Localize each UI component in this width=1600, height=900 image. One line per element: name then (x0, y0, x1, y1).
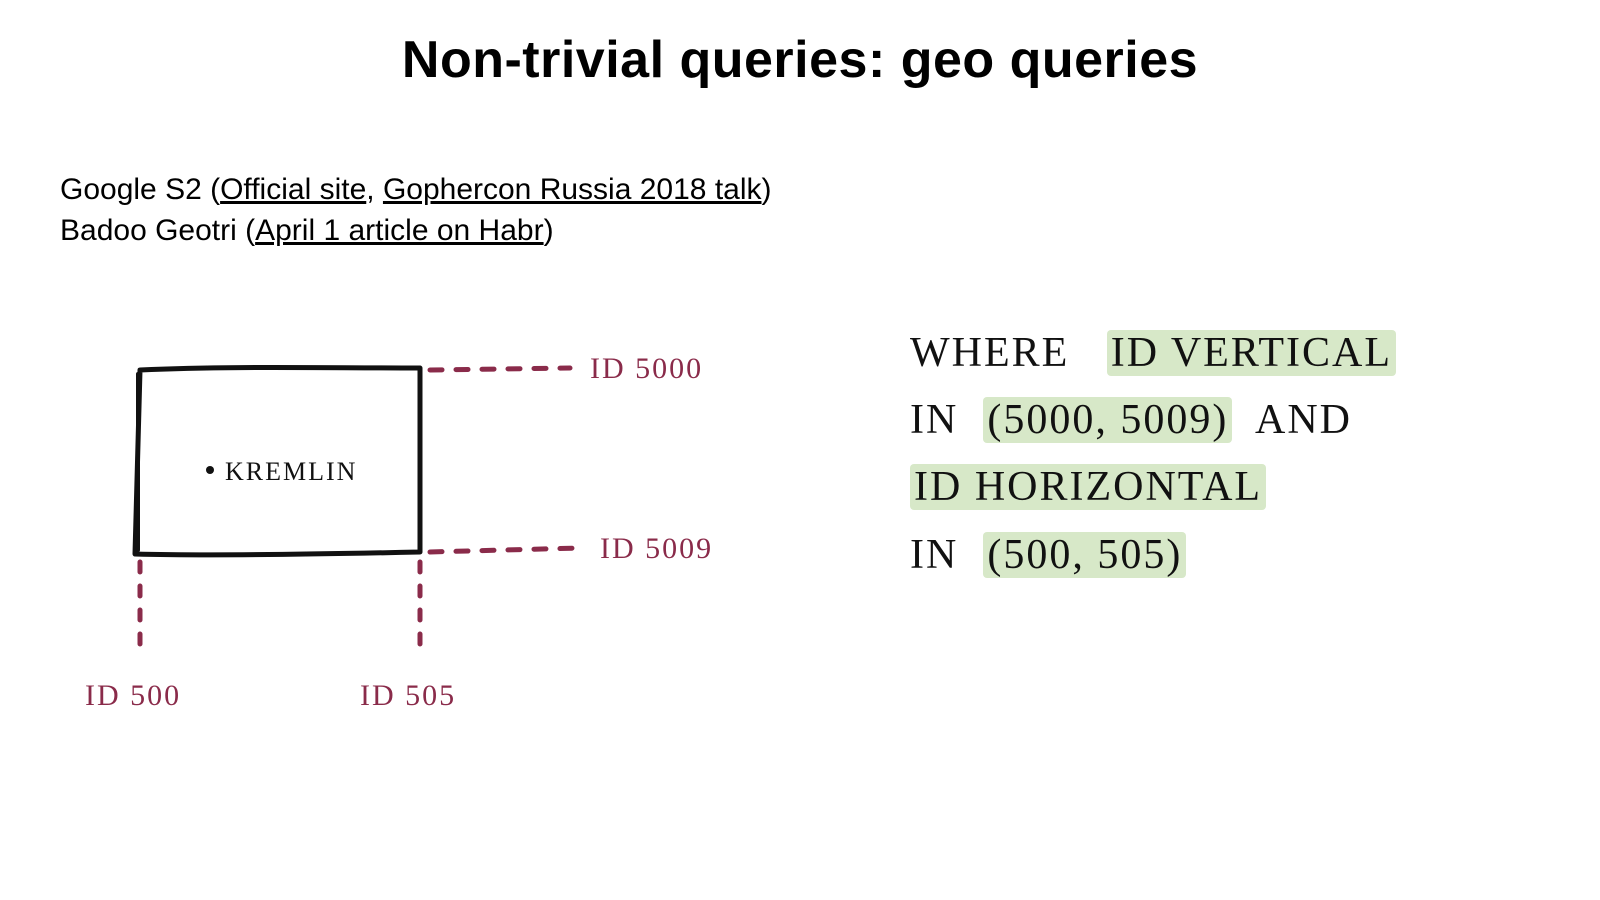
page-title: Non-trivial queries: geo queries (0, 30, 1600, 90)
kw-where: WHERE (910, 330, 1069, 376)
query-line-3: ID HORIZONTAL (910, 454, 1530, 521)
point-label: KREMLIN (225, 457, 357, 486)
ref1-link-gophercon[interactable]: Gophercon Russia 2018 talk (383, 173, 762, 206)
sql-query: WHERE ID VERTICAL IN (5000, 5009) AND ID… (910, 320, 1530, 589)
kw-id-vertical: ID VERTICAL (1107, 330, 1396, 376)
ref2-link-habr[interactable]: April 1 article on Habr (255, 214, 543, 247)
label-id-right: ID 505 (360, 679, 456, 712)
slide: Non-trivial queries: geo queries Google … (0, 0, 1600, 900)
label-id-left: ID 500 (85, 679, 181, 712)
query-line-4: IN (500, 505) (910, 522, 1530, 589)
kw-in-1: IN (910, 397, 958, 443)
geo-diagram: KREMLIN ID 5000 ID 5009 ID 500 ID 505 (60, 330, 820, 780)
ref2-suffix: ) (544, 214, 554, 247)
references-block: Google S2 (Official site, Gophercon Russ… (60, 170, 772, 251)
dash-top (430, 368, 570, 370)
reference-line-2: Badoo Geotri (April 1 article on Habr) (60, 211, 772, 252)
kw-and: AND (1255, 397, 1352, 443)
label-id-top: ID 5000 (590, 352, 703, 385)
kw-in-2: IN (910, 532, 958, 578)
query-line-2: IN (5000, 5009) AND (910, 387, 1530, 454)
reference-line-1: Google S2 (Official site, Gophercon Russ… (60, 170, 772, 211)
ref1-suffix: ) (762, 173, 772, 206)
dash-bottom (430, 548, 580, 552)
ref1-link-official-site[interactable]: Official site (220, 173, 366, 206)
range-vertical: (5000, 5009) (983, 397, 1232, 443)
kw-id-horizontal: ID HORIZONTAL (910, 464, 1266, 510)
ref2-prefix: Badoo Geotri ( (60, 214, 255, 247)
range-horizontal: (500, 505) (983, 532, 1186, 578)
point-marker (206, 466, 214, 474)
ref1-prefix: Google S2 ( (60, 173, 220, 206)
ref1-sep: , (366, 173, 383, 206)
query-line-1: WHERE ID VERTICAL (910, 320, 1530, 387)
geo-diagram-svg: KREMLIN ID 5000 ID 5009 ID 500 ID 505 (60, 330, 820, 780)
label-id-bottom: ID 5009 (600, 532, 713, 565)
